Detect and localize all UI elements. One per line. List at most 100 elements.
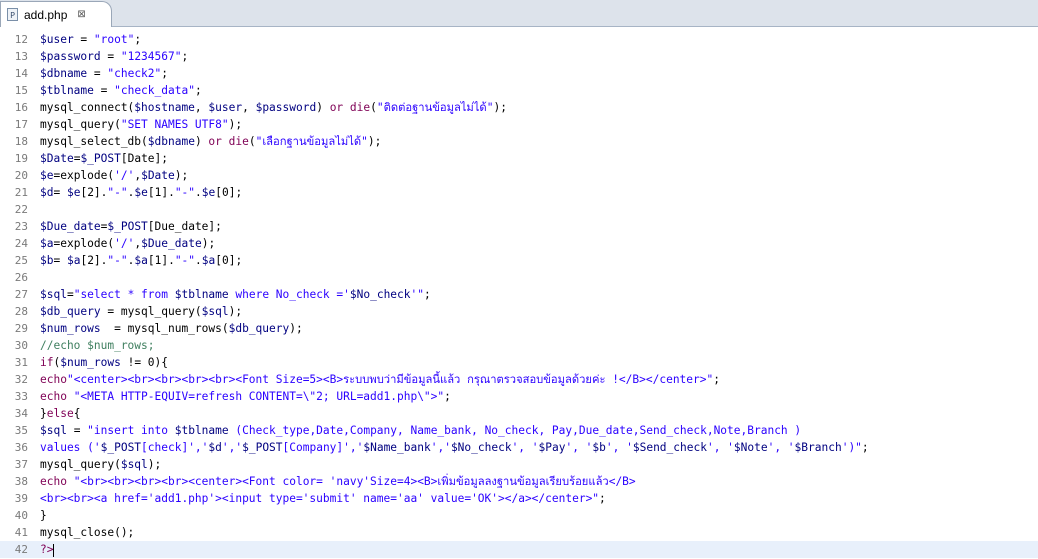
token: =explode( bbox=[53, 169, 115, 182]
token: $sql bbox=[201, 305, 229, 318]
token: $Note bbox=[733, 441, 768, 454]
code-line[interactable]: 12 $user = "root"; bbox=[0, 31, 1038, 48]
code-editor[interactable]: 12 $user = "root"; 13 $password = "1234567"… bbox=[0, 30, 1038, 559]
code-line[interactable]: 37 mysql_query($sql); bbox=[0, 456, 1038, 473]
code-line[interactable]: 35 $sql = "insert into $tblname (Check_ty… bbox=[0, 422, 1038, 439]
tab-label: add.php bbox=[24, 7, 68, 22]
token: ; bbox=[424, 288, 431, 301]
code-line[interactable]: 14 $dbname = "check2"; bbox=[0, 65, 1038, 82]
token: $a bbox=[134, 254, 148, 267]
close-icon[interactable]: ⊠ bbox=[77, 9, 85, 20]
token: $a bbox=[201, 254, 216, 267]
code-line[interactable]: 41 mysql_close(); bbox=[0, 524, 1038, 541]
code-line[interactable]: 31 if($num_rows != 0){ bbox=[0, 354, 1038, 371]
code-line[interactable]: 36 values ('$_POST[check]','$d','$_POST[C… bbox=[0, 439, 1038, 456]
line-number: 27 bbox=[14, 288, 28, 301]
token: $e bbox=[134, 186, 148, 199]
line-number: 15 bbox=[14, 84, 28, 97]
token: [2]. bbox=[80, 186, 108, 199]
line-number: 19 bbox=[14, 152, 28, 165]
token: $password bbox=[40, 50, 101, 63]
token: "ติดต่อฐานข้อมูลไม่ได้" bbox=[376, 101, 494, 114]
code-line[interactable]: 19 $Date=$_POST[Date]; bbox=[0, 150, 1038, 167]
token: "-" bbox=[107, 186, 128, 199]
token: ', ' bbox=[605, 441, 633, 454]
token: ); bbox=[367, 135, 382, 148]
code-line[interactable]: 18 mysql_select_db($dbname) or die("เลือก… bbox=[0, 133, 1038, 150]
code-text: } bbox=[40, 507, 47, 524]
code-text: $d= $e[2]."-".$e[1]."-".$e[0]; bbox=[40, 184, 242, 201]
line-number: 12 bbox=[14, 33, 28, 46]
code-line[interactable]: 20 $e=explode('/',$Date); bbox=[0, 167, 1038, 184]
token: = bbox=[53, 186, 67, 199]
text-caret bbox=[53, 543, 55, 557]
code-line[interactable]: 28 $db_query = mysql_query($sql); bbox=[0, 303, 1038, 320]
code-line[interactable]: 32 echo"<center><br><br><br><br><Font Siz… bbox=[0, 371, 1038, 388]
line-number: 39 bbox=[14, 492, 28, 505]
token: //echo $num_rows; bbox=[40, 339, 155, 352]
code-line[interactable]: 27 $sql="select * from $tblname where No_… bbox=[0, 286, 1038, 303]
token: ); bbox=[147, 458, 162, 471]
token: mysql_connect( bbox=[40, 101, 135, 114]
code-line[interactable]: 26 bbox=[0, 269, 1038, 286]
token: . bbox=[195, 186, 202, 199]
token: $Name_bank bbox=[363, 441, 431, 454]
code-line[interactable]: 17 mysql_query("SET NAMES UTF8"); bbox=[0, 116, 1038, 133]
token: "check_data" bbox=[114, 84, 195, 97]
code-line[interactable]: 34}else{ bbox=[0, 405, 1038, 422]
line-number: 23 bbox=[14, 220, 28, 233]
code-line[interactable]: 42 ?> bbox=[0, 541, 1038, 558]
token: ')" bbox=[841, 441, 862, 454]
token: ', ' bbox=[706, 441, 734, 454]
token: or die bbox=[208, 135, 249, 148]
tab-add-php[interactable]: P add.php ⊠ bbox=[0, 1, 112, 27]
token: $tblname bbox=[174, 288, 229, 301]
token: = bbox=[53, 254, 67, 267]
code-text: mysql_select_db($dbname) or die("เลือกฐา… bbox=[40, 133, 381, 150]
code-line[interactable]: 38 echo "<br><br><br><br><center><Font co… bbox=[0, 473, 1038, 490]
code-line[interactable]: 13 $password = "1234567"; bbox=[0, 48, 1038, 65]
token: ) bbox=[316, 101, 330, 114]
code-line[interactable]: 16 mysql_connect($hostname, $user, $passw… bbox=[0, 99, 1038, 116]
token: echo bbox=[40, 373, 67, 386]
token: $a bbox=[40, 237, 54, 250]
code-line[interactable]: 39 <br><br><a href='add1.php'><input type… bbox=[0, 490, 1038, 507]
token: [0]; bbox=[215, 254, 243, 267]
token: ?> bbox=[40, 543, 54, 556]
code-line[interactable]: 29 $num_rows = mysql_num_rows($db_query); bbox=[0, 320, 1038, 337]
line-number: 35 bbox=[14, 424, 28, 437]
token: $Date bbox=[40, 152, 74, 165]
code-line[interactable]: 15 $tblname = "check_data"; bbox=[0, 82, 1038, 99]
token: [Company]',' bbox=[282, 441, 364, 454]
code-text: echo"<center><br><br><br><br><Font Size=… bbox=[40, 371, 720, 388]
token: } bbox=[40, 407, 47, 420]
code-line[interactable]: 23 $Due_date=$_POST[Due_date]; bbox=[0, 218, 1038, 235]
code-text: $user = "root"; bbox=[40, 31, 141, 48]
token: ( bbox=[370, 101, 377, 114]
code-text: $tblname = "check_data"; bbox=[40, 82, 202, 99]
line-number: 22 bbox=[14, 203, 28, 216]
code-text: mysql_connect($hostname, $user, $passwor… bbox=[40, 99, 507, 116]
code-line[interactable]: 30 //echo $num_rows; bbox=[0, 337, 1038, 354]
token: { bbox=[73, 407, 81, 420]
code-line[interactable]: 24 $a=explode('/',$Due_date); bbox=[0, 235, 1038, 252]
token: $No_check bbox=[349, 288, 411, 301]
line-number: 36 bbox=[14, 441, 28, 454]
token: $Date bbox=[141, 169, 175, 182]
code-text: $sql="select * from $tblname where No_ch… bbox=[40, 286, 431, 303]
line-number: 25 bbox=[14, 254, 28, 267]
code-text: $db_query = mysql_query($sql); bbox=[40, 303, 242, 320]
code-line[interactable]: 21 $d= $e[2]."-".$e[1]."-".$e[0]; bbox=[0, 184, 1038, 201]
token: = bbox=[93, 84, 115, 97]
code-line[interactable]: 22 bbox=[0, 201, 1038, 218]
code-line[interactable]: 33 echo "<META HTTP-EQUIV=refresh CONTENT… bbox=[0, 388, 1038, 405]
code-text: mysql_query($sql); bbox=[40, 456, 161, 473]
token: mysql_close(); bbox=[40, 526, 135, 539]
line-number: 33 bbox=[14, 390, 28, 403]
code-line[interactable]: 40} bbox=[0, 507, 1038, 524]
token: =explode( bbox=[53, 237, 115, 250]
token: ; bbox=[194, 84, 202, 97]
line-number: 41 bbox=[14, 526, 28, 539]
code-line[interactable]: 25 $b= $a[2]."-".$a[1]."-".$a[0]; bbox=[0, 252, 1038, 269]
token: = bbox=[66, 288, 74, 301]
